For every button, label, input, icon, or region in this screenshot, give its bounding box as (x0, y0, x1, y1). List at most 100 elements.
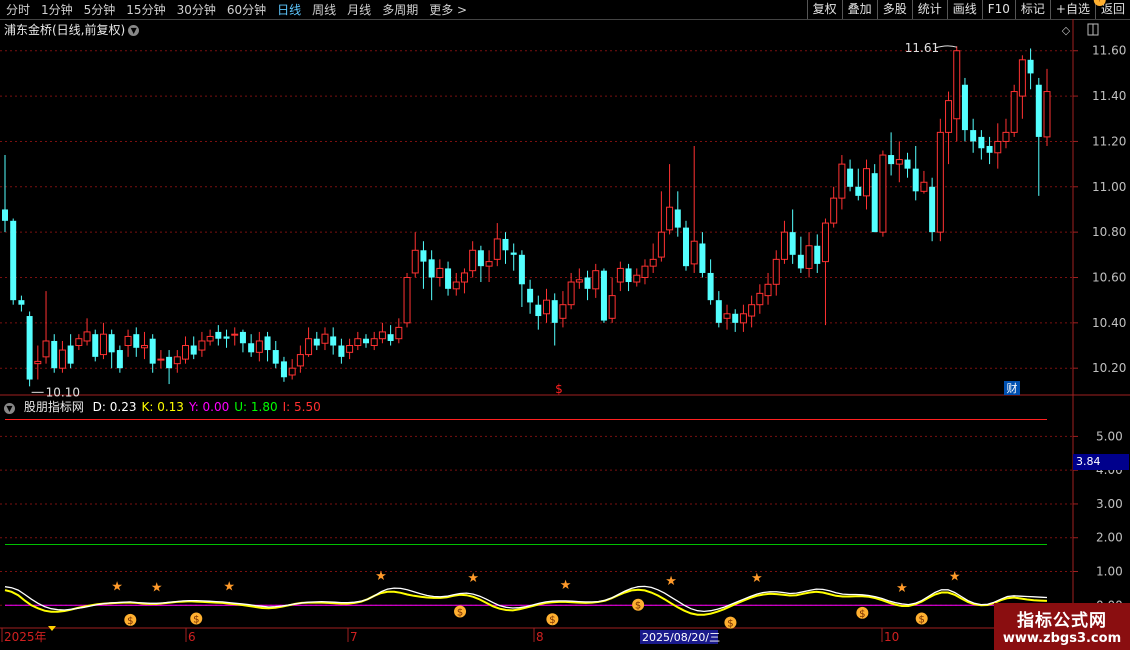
candle-body-down (888, 155, 895, 165)
candle-body-down (699, 243, 706, 273)
candle-body-up (830, 197, 838, 224)
price-axis-label: 10.20 (1092, 361, 1126, 375)
cursor-date-label: 2025/08/20/三 (642, 631, 720, 644)
candle-body-down (239, 331, 246, 344)
money-bag-symbol: $ (193, 615, 199, 626)
watermark: 指标公式网 www.zbgs3.com (994, 603, 1130, 650)
candle-body-up (838, 163, 846, 199)
candle-body-down (502, 238, 509, 251)
candle-body-up (780, 231, 788, 260)
runner-icon: ★ (949, 569, 961, 584)
candle-body-down (387, 334, 394, 341)
money-bag-symbol: $ (457, 607, 463, 618)
watermark-url: www.zbgs3.com (1002, 631, 1122, 646)
candle-body-up (559, 304, 567, 319)
candle-body-up (1010, 91, 1018, 133)
candle-body-up (370, 338, 378, 347)
money-bag-symbol: $ (1097, 0, 1103, 3)
candle-body-up (945, 100, 953, 133)
candle-body-up (608, 295, 616, 319)
candle-body-down (2, 209, 8, 221)
candle-body-up (255, 340, 263, 353)
stock-title[interactable]: 浦东金桥(日线,前复权) ▼ (4, 21, 140, 38)
candle-body-up (764, 283, 772, 297)
candle-body-up (436, 267, 444, 278)
indicator-current-value: 3.84 (1073, 454, 1129, 470)
candle-body-up (772, 258, 780, 285)
candle-body-down (18, 300, 25, 305)
candle-body-down (26, 316, 33, 380)
money-bag-symbol: $ (727, 619, 733, 630)
candle-body-down (707, 272, 714, 301)
candle-body-up (543, 299, 551, 315)
candle-body-up (805, 245, 813, 269)
time-axis-label: 7 (350, 630, 358, 644)
candle-body-down (986, 145, 993, 153)
candle-body-down (978, 136, 985, 149)
money-bag-symbol: $ (127, 616, 133, 627)
candle-body-down (1027, 59, 1034, 74)
money-bag-symbol: $ (549, 615, 555, 626)
candle-body-up (723, 313, 731, 319)
candle-body-down (682, 227, 689, 267)
candle-body-up (288, 367, 296, 376)
candle-body-down (584, 277, 591, 289)
candle-body-down (149, 338, 156, 364)
kline-chart[interactable]: 11.60 11.40 11.20 11.00 10.80 10.60 10.40 10.20… (0, 0, 1130, 650)
candle-body-up (354, 338, 362, 347)
candle-body-down (518, 254, 525, 285)
price-axis-label: 10.80 (1092, 225, 1126, 239)
time-axis-label: 6 (188, 630, 196, 644)
candle-body-down (272, 350, 279, 364)
candle-body-up (99, 333, 107, 356)
indicator-name[interactable]: 股朋指标网 (24, 400, 84, 414)
indicator-chevron-icon[interactable]: ▼ (4, 403, 15, 414)
candle-body-up (58, 349, 66, 369)
finance-marker: 财 (1007, 381, 1018, 395)
candle-body-up (953, 50, 961, 120)
indicator-axis-label: 5.00 (1096, 429, 1123, 443)
money-bag-symbol: $ (919, 615, 925, 626)
runner-icon: ★ (467, 571, 479, 586)
high-label: 11.61 (905, 41, 939, 55)
candle-body-down (871, 173, 878, 233)
diamond-icon: ◇ (1062, 24, 1071, 37)
candle-body-up (493, 238, 501, 260)
candle-body-down (67, 345, 74, 364)
candle-body-down (363, 338, 370, 344)
candle-body-up (452, 281, 460, 290)
candle-body-down (527, 288, 534, 303)
candle-body-up (403, 276, 411, 324)
indicator-value-4: I: 5.50 (282, 400, 321, 414)
money-bag-symbol: $ (859, 609, 865, 620)
candle-body-down (625, 268, 632, 283)
candle-body-up (895, 159, 903, 165)
candle-body-up (575, 279, 583, 283)
candle-body-down (477, 250, 484, 267)
candle-body-up (641, 265, 649, 278)
candle-body-up (1043, 91, 1051, 138)
chevron-down-icon[interactable]: ▼ (128, 25, 140, 36)
candle-body-down (847, 168, 854, 187)
candle-body-down (313, 338, 320, 346)
candle-body-up (936, 131, 944, 233)
candle-body-up (920, 181, 928, 192)
indicator-axis-label: 2.00 (1096, 531, 1123, 545)
candle-body-down (797, 254, 804, 269)
candle-body-up (296, 354, 304, 367)
price-axis-label: 11.20 (1092, 134, 1126, 148)
candle-body-up (666, 206, 674, 231)
runner-icon: ★ (751, 571, 763, 586)
runner-icon: ★ (896, 581, 908, 596)
dividend-marker: $ (555, 382, 563, 396)
candle-body-down (10, 220, 17, 301)
candle-body-down (510, 252, 517, 255)
candle-body-down (961, 84, 968, 131)
candle-body-up (616, 267, 624, 283)
candle-body-down (264, 336, 271, 351)
candle-body-up (862, 168, 870, 197)
candle-body-up (411, 249, 419, 274)
stock-title-label: 浦东金桥(日线,前复权) (4, 23, 126, 37)
candle-body-down (445, 268, 452, 289)
candle-body-up (206, 335, 214, 342)
